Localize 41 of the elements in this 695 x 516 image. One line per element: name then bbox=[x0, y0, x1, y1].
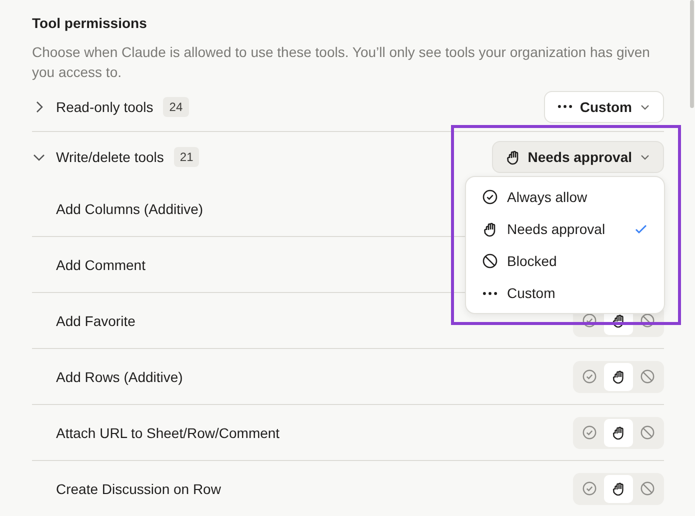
blocked-icon bbox=[640, 425, 655, 440]
hand-icon bbox=[611, 481, 626, 496]
blocked-icon bbox=[482, 253, 498, 269]
tool-name: Add Favorite bbox=[56, 312, 136, 328]
menu-item[interactable]: Custom bbox=[466, 277, 664, 309]
more-icon bbox=[483, 292, 497, 294]
group-name: Write/delete tools bbox=[56, 148, 164, 164]
permission-select[interactable]: Needs approval bbox=[492, 140, 664, 172]
check-circle-icon bbox=[482, 189, 498, 205]
section-description: Choose when Claude is allowed to use these tools. You’ll only see tools your organization has given you access to. bbox=[32, 43, 651, 82]
blocked-icon bbox=[640, 369, 655, 384]
permission-option[interactable] bbox=[604, 418, 633, 446]
check-circle-icon bbox=[582, 481, 597, 496]
group-name: Read-only tools bbox=[56, 98, 154, 114]
tool-name: Create Discussion on Row bbox=[56, 480, 221, 496]
hand-icon bbox=[611, 425, 626, 440]
permission-option[interactable] bbox=[604, 474, 633, 502]
tool-name: Add Comment bbox=[56, 256, 146, 272]
menu-item[interactable]: Needs approval bbox=[466, 213, 664, 245]
check-circle-icon bbox=[582, 313, 597, 328]
scrollbar[interactable] bbox=[690, 0, 694, 108]
check-circle-icon bbox=[582, 425, 597, 440]
checkmark-icon bbox=[634, 222, 648, 236]
count-badge: 21 bbox=[174, 146, 200, 166]
hand-icon bbox=[504, 148, 521, 164]
blocked-icon bbox=[640, 313, 655, 328]
tool-name: Add Rows (Additive) bbox=[56, 368, 183, 384]
more-icon bbox=[558, 105, 572, 108]
permission-select[interactable]: Custom bbox=[544, 90, 664, 122]
menu-item[interactable]: Blocked bbox=[466, 245, 664, 277]
hand-icon bbox=[611, 313, 626, 328]
permission-option[interactable] bbox=[604, 362, 633, 390]
menu-item[interactable]: Always allow bbox=[466, 181, 664, 213]
hand-icon bbox=[611, 369, 626, 384]
hand-icon bbox=[482, 221, 498, 237]
tool-name: Add Columns (Additive) bbox=[56, 200, 204, 216]
section-title: Tool permissions bbox=[32, 14, 148, 33]
count-badge: 24 bbox=[163, 96, 189, 116]
tool-name: Attach URL to Sheet/Row/Comment bbox=[56, 424, 280, 440]
check-circle-icon bbox=[582, 369, 597, 384]
blocked-icon bbox=[640, 481, 655, 496]
